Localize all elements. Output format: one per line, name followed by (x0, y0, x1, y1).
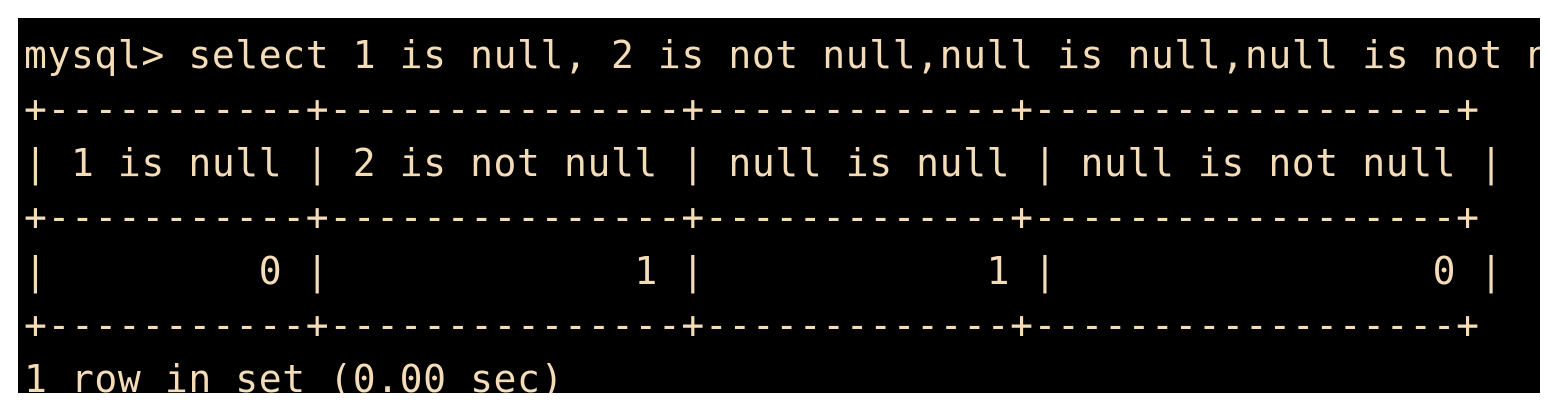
sql-command: select 1 is null, 2 is not null,null is … (188, 33, 1540, 77)
mysql-prompt: mysql> (24, 33, 165, 77)
command-line: mysql> select 1 is null, 2 is not null,n… (24, 28, 1540, 82)
table-border-bottom: +-----------+---------------+-----------… (24, 303, 1480, 347)
table-border-middle: +-----------+---------------+-----------… (24, 195, 1480, 239)
result-status: 1 row in set (0.00 sec) (24, 357, 564, 393)
table-data-row: | 0 | 1 | 1 | 0 | (24, 249, 1504, 293)
table-border-top: +-----------+---------------+-----------… (24, 87, 1480, 131)
table-header-row: | 1 is null | 2 is not null | null is nu… (24, 141, 1504, 185)
terminal-window[interactable]: mysql> select 1 is null, 2 is not null,n… (18, 18, 1540, 393)
